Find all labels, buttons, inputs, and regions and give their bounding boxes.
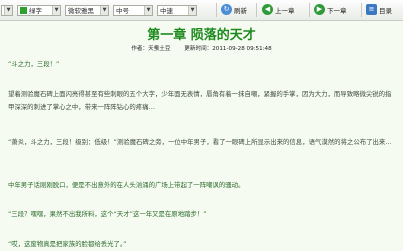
chevron-down-icon: ▼	[100, 5, 108, 15]
refresh-button[interactable]: ↻ 刷新	[221, 3, 247, 16]
toolbar-start-select[interactable]: ▼	[1, 4, 13, 16]
prev-chapter-label: 上一章	[275, 6, 295, 15]
chevron-down-icon: ▼	[4, 5, 12, 15]
list-icon: ≡	[366, 4, 377, 15]
paragraph: “萧炎，斗之力，三段！级别：低级！”测验魔石碑之旁，一位中年男子，看了一眼碑上所…	[8, 138, 392, 146]
paragraph: “斗之力，三段！”	[8, 60, 60, 68]
refresh-label: 刷新	[234, 6, 247, 15]
chapter-author: 作者：天蚕土豆	[131, 46, 171, 52]
next-chapter-button[interactable]: ▶ 下一章	[314, 3, 347, 16]
arrow-right-icon: ▶	[314, 4, 325, 15]
refresh-icon: ↻	[221, 4, 232, 15]
paragraph: “三段？嘿嘿，果然不出我所料，这个“天才”这一年又是在原地踏步！”	[8, 210, 207, 218]
reader-toolbar: ▼ 绿字 ▼ 微软雅黑 ▼ 中号 ▼ 中速 ▼ ↻ 刷新 ◀ 上一章 ▶ 下一章…	[0, 0, 403, 21]
text-color-label: 绿字	[29, 7, 42, 15]
font-size-label: 中号	[116, 7, 129, 15]
toolbar-divider	[256, 3, 257, 17]
table-of-contents-label: 目录	[379, 6, 392, 15]
toolbar-divider	[216, 3, 217, 17]
chapter-meta: 作者：天蚕土豆 更新时间：2011-09-28 09:51:48	[0, 44, 403, 52]
prev-chapter-button[interactable]: ◀ 上一章	[262, 3, 295, 16]
font-family-select[interactable]: 微软雅黑 ▼	[65, 4, 109, 16]
paragraph: “哎，这废物真是把家族的脸都给丢光了。”	[8, 240, 127, 248]
chevron-down-icon: ▼	[144, 5, 152, 15]
toolbar-divider	[361, 3, 362, 17]
toolbar-divider	[309, 3, 310, 17]
color-swatch-icon	[20, 6, 27, 14]
font-family-label: 微软雅黑	[68, 7, 94, 15]
font-size-select[interactable]: 中号 ▼	[113, 4, 153, 16]
arrow-left-icon: ◀	[262, 4, 273, 15]
next-chapter-label: 下一章	[327, 6, 347, 15]
chapter-title: 第一章 陨落的天才	[147, 28, 256, 43]
scroll-speed-label: 中速	[160, 7, 173, 15]
table-of-contents-button[interactable]: ≡ 目录	[366, 3, 392, 16]
paragraph: 望着测验魔石碑上面闪亮得甚至有些刺眼的五个大字，少年面无表情，唇角有着一抹自嘲，…	[8, 90, 392, 111]
text-color-select[interactable]: 绿字 ▼	[17, 4, 61, 16]
paragraph: 中年男子话刚刚脱口，便是不出意外的在人头汹涌的广场上带起了一阵嘲讽的骚动。	[8, 181, 245, 189]
scroll-speed-select[interactable]: 中速 ▼	[157, 4, 197, 16]
chevron-down-icon: ▼	[52, 5, 60, 15]
chevron-down-icon: ▼	[188, 5, 196, 15]
chapter-updated-time: 更新时间：2011-09-28 09:51:48	[184, 46, 272, 52]
